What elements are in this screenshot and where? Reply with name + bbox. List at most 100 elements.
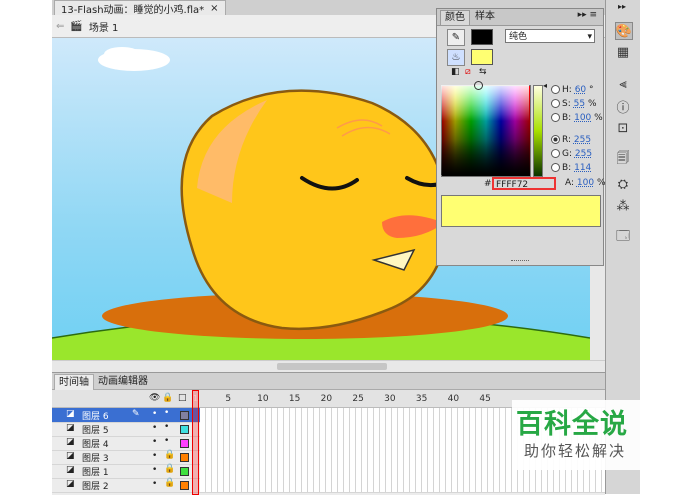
lock-icon[interactable]: 🔒 xyxy=(164,464,175,474)
brightness-value[interactable]: 100 xyxy=(574,113,591,123)
panel-resize-grip[interactable] xyxy=(511,260,529,263)
visibility-dot[interactable]: • xyxy=(152,409,157,419)
layer-outline-color[interactable] xyxy=(180,425,189,434)
layer-name[interactable]: 图层 4 xyxy=(82,437,109,450)
scrollbar-thumb[interactable] xyxy=(277,363,387,370)
lock-icon[interactable]: 🔒 xyxy=(164,450,175,460)
watermark: 百科全说 助你轻松解决 xyxy=(512,400,662,470)
scene-icon: 🎬 xyxy=(70,20,83,32)
brightness-label: B: xyxy=(562,113,572,123)
brightness-slider[interactable] xyxy=(533,85,543,177)
blue-field[interactable]: B: 114 xyxy=(551,163,591,173)
watermark-title: 百科全说 xyxy=(516,409,628,440)
visibility-dot[interactable]: • xyxy=(152,451,157,461)
layer-name[interactable]: 图层 3 xyxy=(82,451,109,464)
frame-number: 5 xyxy=(225,394,232,404)
green-radio xyxy=(551,149,560,158)
back-arrow-icon[interactable]: ⇐ xyxy=(56,21,64,32)
lock-icon[interactable]: 🔒 xyxy=(162,393,173,403)
fill-color-swatch[interactable] xyxy=(471,49,493,65)
fill-color-tool[interactable]: ♨ xyxy=(447,49,465,66)
layer-type-icon: ◪ xyxy=(66,465,75,475)
swap-colors-icon[interactable]: ⇆ xyxy=(479,67,487,77)
color-type-value: 纯色 xyxy=(509,32,528,42)
brightness-arrow-icon: ◂ xyxy=(543,81,548,90)
project-icon[interactable]: 🗔 xyxy=(615,229,631,246)
watermark-subtitle: 助你轻松解决 xyxy=(524,442,627,460)
document-tab[interactable]: 13-Flash动画：睡觉的小鸡.fla* × xyxy=(54,0,226,16)
cloud-shape xyxy=(104,47,140,61)
close-icon[interactable]: × xyxy=(210,3,218,14)
layer-name[interactable]: 图层 2 xyxy=(82,479,109,492)
saturation-value[interactable]: 55 xyxy=(574,99,585,109)
blue-value[interactable]: 114 xyxy=(574,163,591,173)
tab-timeline[interactable]: 时间轴 xyxy=(54,374,94,390)
layer-outline-color[interactable] xyxy=(180,411,189,420)
stroke-color-tool[interactable]: ✎ xyxy=(447,29,465,46)
transform-icon[interactable]: ⊡ xyxy=(615,120,631,136)
swatches-grid-icon[interactable]: ▦ xyxy=(615,44,631,60)
visibility-dot[interactable]: • xyxy=(152,465,157,475)
visibility-dot[interactable]: • xyxy=(152,479,157,489)
motion-presets-icon[interactable]: ⁂ xyxy=(615,198,631,214)
green-value[interactable]: 255 xyxy=(575,149,592,159)
brightness-field[interactable]: B: 100 % xyxy=(551,113,603,123)
color-type-select[interactable]: 纯色 ▾ xyxy=(505,29,595,43)
layer-row[interactable]: ◪ 图层 2 • 🔒 xyxy=(52,478,605,493)
panel-menu-icon[interactable]: ▸▸ ≡ xyxy=(578,10,597,20)
visibility-dot[interactable]: • xyxy=(152,423,157,433)
hue-value[interactable]: 60 xyxy=(575,85,586,95)
green-field[interactable]: G: 255 xyxy=(551,149,592,159)
layer-type-icon: ◪ xyxy=(66,437,75,447)
stage-horizontal-scrollbar[interactable] xyxy=(52,360,605,372)
hex-input[interactable]: FFFF72 xyxy=(492,177,556,190)
playhead[interactable] xyxy=(192,390,199,495)
layer-outline-color[interactable] xyxy=(180,453,189,462)
saturation-field[interactable]: S: 55 % xyxy=(551,99,597,109)
frame-number: 25 xyxy=(352,394,364,404)
lock-dot[interactable]: • xyxy=(164,436,169,446)
layer-outline-color[interactable] xyxy=(180,439,189,448)
color-preview-swatch xyxy=(441,195,601,227)
hue-field[interactable]: H: 60 ° xyxy=(551,85,594,95)
no-color-icon[interactable]: ⧄ xyxy=(465,67,471,77)
tab-swatches[interactable]: 样本 xyxy=(471,10,499,24)
tab-motion-editor[interactable]: 动画编辑器 xyxy=(94,374,152,389)
blue-label: B: xyxy=(562,163,572,173)
stroke-color-swatch[interactable] xyxy=(471,29,493,45)
layer-outline-color[interactable] xyxy=(180,467,189,476)
layer-outline-color[interactable] xyxy=(180,481,189,490)
library-icon[interactable]: 🗐 xyxy=(615,151,631,168)
frame-number: 30 xyxy=(384,394,396,404)
alpha-field[interactable]: A: 100 % xyxy=(565,178,606,188)
spectrum-cursor xyxy=(474,81,483,90)
layer-frames[interactable] xyxy=(200,478,605,492)
layer-name[interactable]: 图层 5 xyxy=(82,423,109,436)
color-panel-tabs: 颜色 样本 ▸▸ ≡ xyxy=(437,9,603,26)
components-icon[interactable]: ⛭ xyxy=(615,176,631,192)
red-value[interactable]: 255 xyxy=(574,135,591,145)
layer-name[interactable]: 图层 1 xyxy=(82,465,109,478)
tab-color[interactable]: 颜色 xyxy=(440,10,470,25)
frame-number: 35 xyxy=(415,394,428,404)
green-label: G: xyxy=(562,149,573,159)
black-white-icon[interactable]: ◧ xyxy=(451,67,460,77)
info-icon[interactable]: ⓘ xyxy=(615,98,631,116)
color-panel-icon[interactable]: 🎨 xyxy=(615,22,633,40)
lock-dot[interactable]: • xyxy=(164,408,169,418)
lock-icon[interactable]: 🔒 xyxy=(164,478,175,488)
eye-icon[interactable]: 👁 xyxy=(149,393,160,403)
align-icon[interactable]: ⫷ xyxy=(615,76,631,92)
alpha-value[interactable]: 100 xyxy=(577,178,594,188)
red-label: R: xyxy=(562,135,572,145)
scene-label[interactable]: 场景 1 xyxy=(89,19,119,34)
layer-type-icon: ◪ xyxy=(66,479,75,489)
visibility-dot[interactable]: • xyxy=(152,437,157,447)
lock-dot[interactable]: • xyxy=(164,422,169,432)
collapse-arrows-icon[interactable]: ▸▸ xyxy=(618,2,626,11)
layer-type-icon: ◪ xyxy=(66,409,75,419)
red-radio xyxy=(551,135,560,144)
red-field[interactable]: R: 255 xyxy=(551,135,591,145)
outline-icon[interactable]: □ xyxy=(178,393,187,403)
layer-name[interactable]: 图层 6 xyxy=(82,409,109,422)
